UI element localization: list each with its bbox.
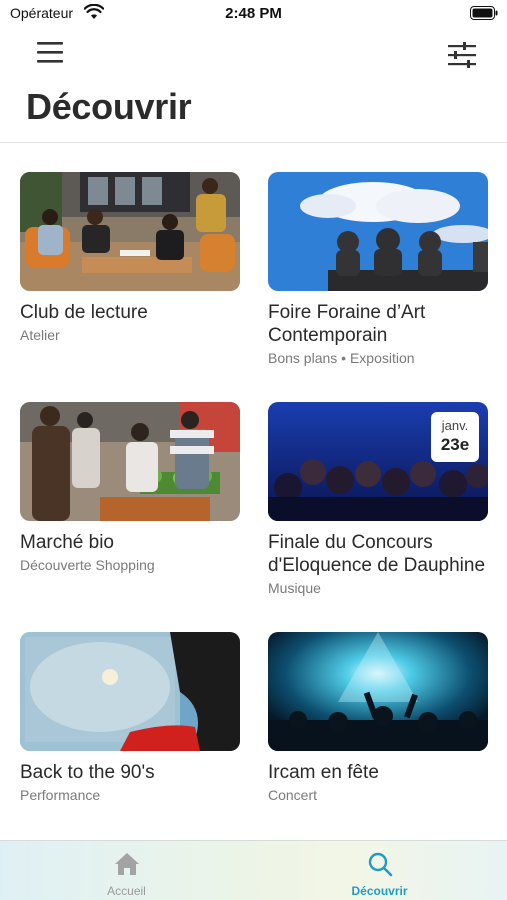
event-card-finale-concours[interactable]: janv. 23e Finale du Concours d'Eloquence… [268, 402, 488, 596]
event-image-performance [20, 632, 240, 751]
status-bar: Opérateur 2:48 PM [0, 0, 507, 28]
event-title: Club de lecture [20, 302, 148, 323]
event-category: Musique [268, 580, 321, 596]
event-card-ircam-en-fete[interactable]: Ircam en fête Concert [268, 632, 488, 803]
event-category: Performance [20, 787, 101, 803]
event-card-foire-foraine[interactable]: Foire Foraine d’Art Contemporain Bons pl… [268, 172, 488, 366]
event-image-concert-audience: janv. 23e [268, 402, 488, 521]
tab-home-label: Accueil [107, 884, 146, 898]
event-title: Marché bio [20, 532, 114, 553]
page-title: Découvrir [26, 86, 192, 127]
home-icon [114, 853, 139, 875]
event-image-organic-market [20, 402, 240, 521]
status-time: 2:48 PM [225, 5, 282, 22]
event-title: Finale du Concours d'Eloquence de Dauphi… [268, 532, 486, 576]
battery-icon [470, 6, 498, 20]
event-image-reading-club [20, 172, 240, 291]
sliders-icon [448, 42, 476, 68]
event-title: Back to the 90's [20, 762, 155, 783]
search-icon [368, 852, 392, 877]
header-divider [0, 142, 507, 143]
filter-button[interactable] [443, 38, 481, 72]
event-card-back-to-the-90s[interactable]: Back to the 90's Performance [20, 632, 240, 803]
tab-discover[interactable]: Découvrir [253, 841, 506, 900]
event-category: Concert [268, 787, 318, 803]
event-title: Foire Foraine d’Art Contemporain [268, 302, 426, 346]
event-image-art-fair [268, 172, 488, 291]
tab-bar: Accueil Découvrir [0, 840, 507, 900]
event-category: Bons plans • Exposition [268, 350, 415, 366]
date-day: 23e [440, 435, 470, 454]
event-category: Atelier [20, 327, 60, 343]
date-month: janv. [441, 418, 469, 433]
event-card-marche-bio[interactable]: Marché bio Découverte Shopping [20, 402, 240, 573]
event-title: Ircam en fête [268, 762, 379, 783]
hamburger-icon [37, 42, 63, 63]
event-card-club-de-lecture[interactable]: Club de lecture Atelier [20, 172, 240, 343]
tab-discover-label: Découvrir [351, 884, 408, 898]
date-badge: janv. 23e [431, 412, 479, 462]
event-category: Découverte Shopping [20, 557, 155, 573]
tab-home[interactable]: Accueil [0, 841, 253, 900]
menu-button[interactable] [30, 36, 70, 70]
event-image-concert-stage [268, 632, 488, 751]
